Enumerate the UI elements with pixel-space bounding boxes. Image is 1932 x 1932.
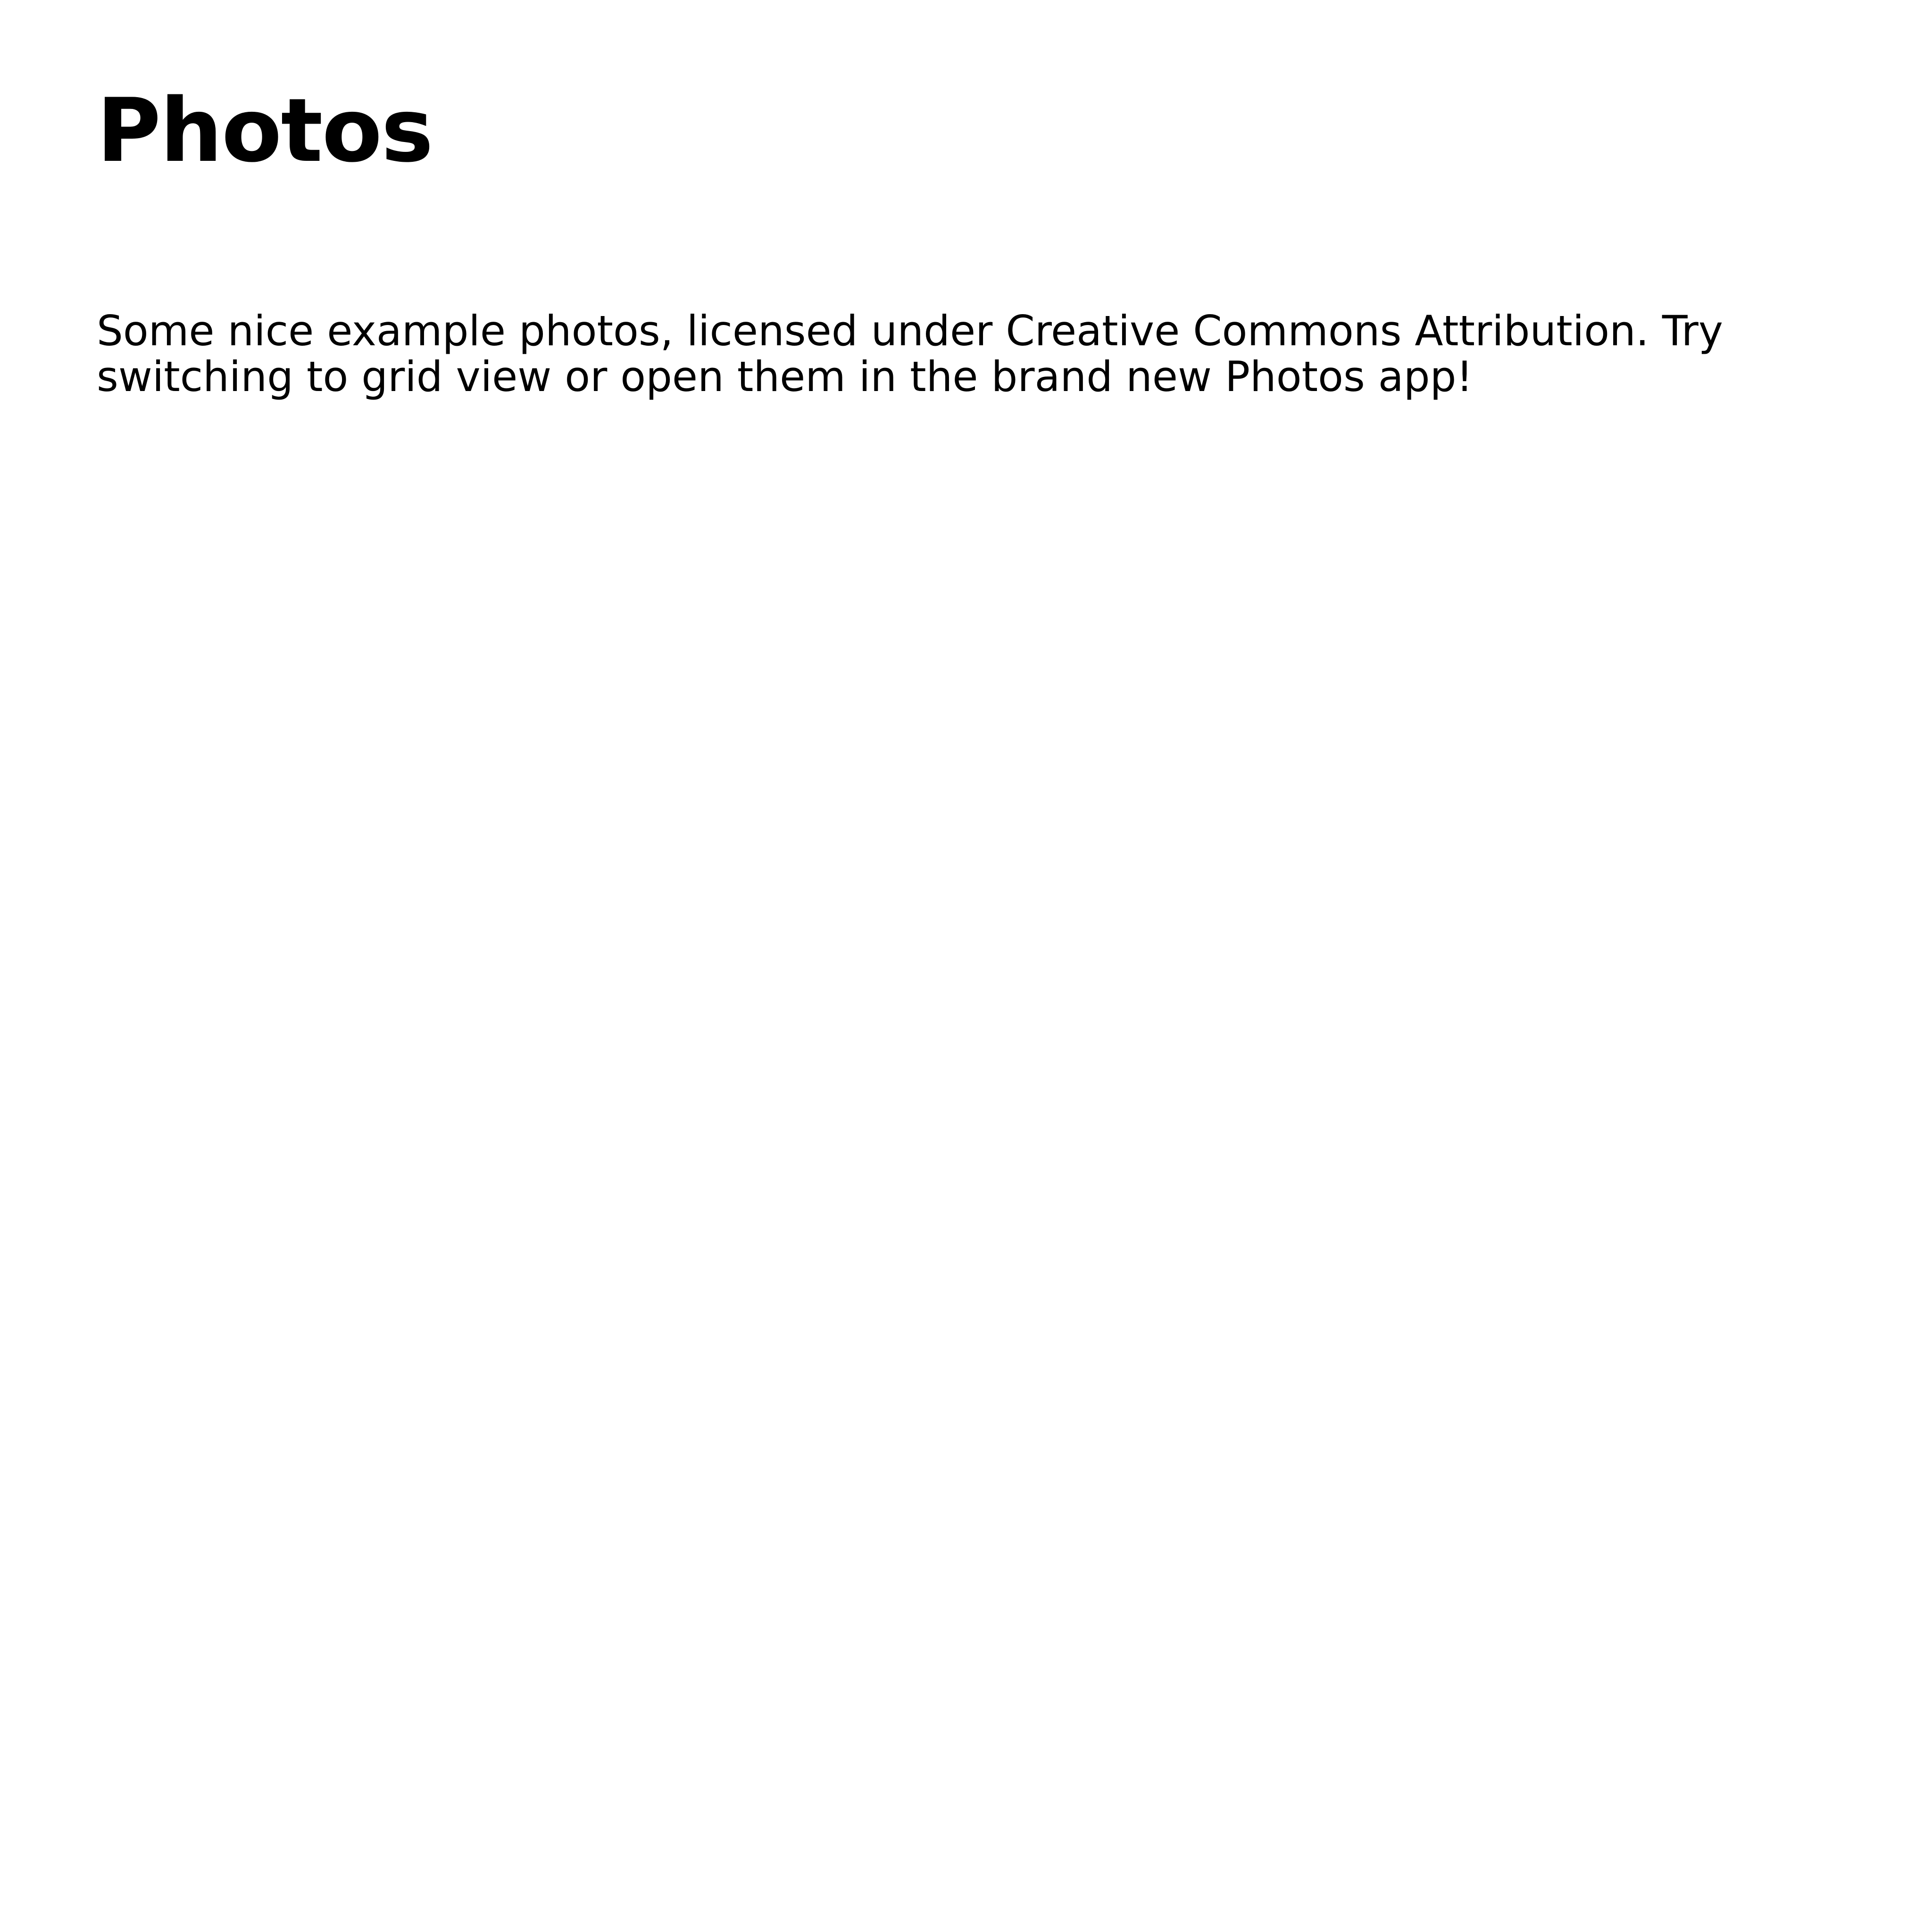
page-title: Photos bbox=[97, 79, 433, 182]
page-description: Some nice example photos, licensed under… bbox=[97, 307, 1723, 401]
document-page: Photos Some nice example photos, license… bbox=[0, 0, 1932, 1932]
